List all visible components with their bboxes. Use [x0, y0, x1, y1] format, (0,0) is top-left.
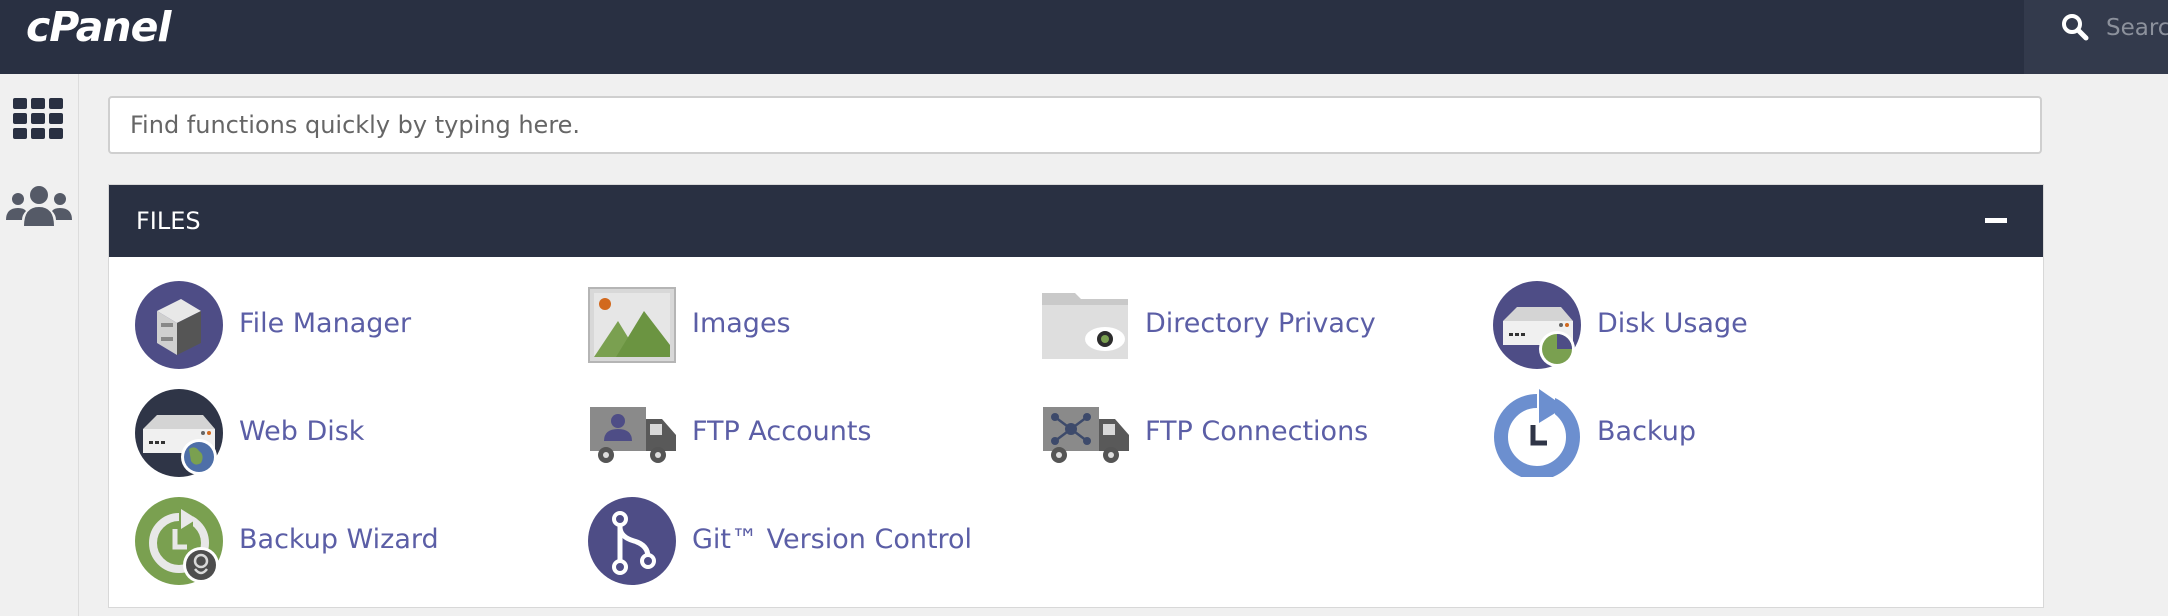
- ftp-connections-icon: [1043, 407, 1129, 463]
- tool-label[interactable]: Disk Usage: [1597, 307, 1748, 341]
- files-panel-title: FILES: [136, 207, 201, 235]
- git-version-control-icon: [588, 497, 676, 585]
- web-disk-icon: [135, 389, 223, 477]
- file-manager-icon: [135, 281, 223, 369]
- tool-label[interactable]: Git™ Version Control: [692, 523, 972, 557]
- tool-label[interactable]: Directory Privacy: [1145, 307, 1376, 341]
- grid-icon[interactable]: [0, 90, 78, 150]
- top-search-label[interactable]: Search: [2106, 14, 2168, 42]
- directory-privacy-icon: [1042, 293, 1128, 359]
- tool-label[interactable]: Backup Wizard: [239, 523, 439, 557]
- tool-label[interactable]: Web Disk: [239, 415, 364, 449]
- ftp-accounts-icon: [590, 407, 676, 463]
- tool-label[interactable]: FTP Accounts: [692, 415, 872, 449]
- tool-label[interactable]: Backup: [1597, 415, 1696, 449]
- images-icon: [588, 287, 676, 363]
- tool-label[interactable]: File Manager: [239, 307, 411, 341]
- top-search[interactable]: Search: [2024, 0, 2168, 74]
- files-panel-header[interactable]: FILES: [109, 185, 2043, 257]
- quick-search-input[interactable]: [108, 96, 2042, 154]
- sidebar: [0, 74, 79, 616]
- tool-label[interactable]: FTP Connections: [1145, 415, 1368, 449]
- disk-usage-icon: [1493, 281, 1581, 369]
- backup-icon: [1494, 389, 1580, 477]
- cpanel-logo[interactable]: cPanel: [26, 2, 171, 52]
- files-panel: FILES File Manager Images Directory Priv…: [108, 184, 2044, 608]
- search-icon[interactable]: [2060, 12, 2090, 42]
- tool-label[interactable]: Images: [692, 307, 791, 341]
- minus-icon[interactable]: [1985, 218, 2007, 223]
- backup-wizard-icon: [135, 497, 223, 585]
- top-bar: cPanel Search: [0, 0, 2168, 74]
- users-icon[interactable]: [0, 178, 78, 238]
